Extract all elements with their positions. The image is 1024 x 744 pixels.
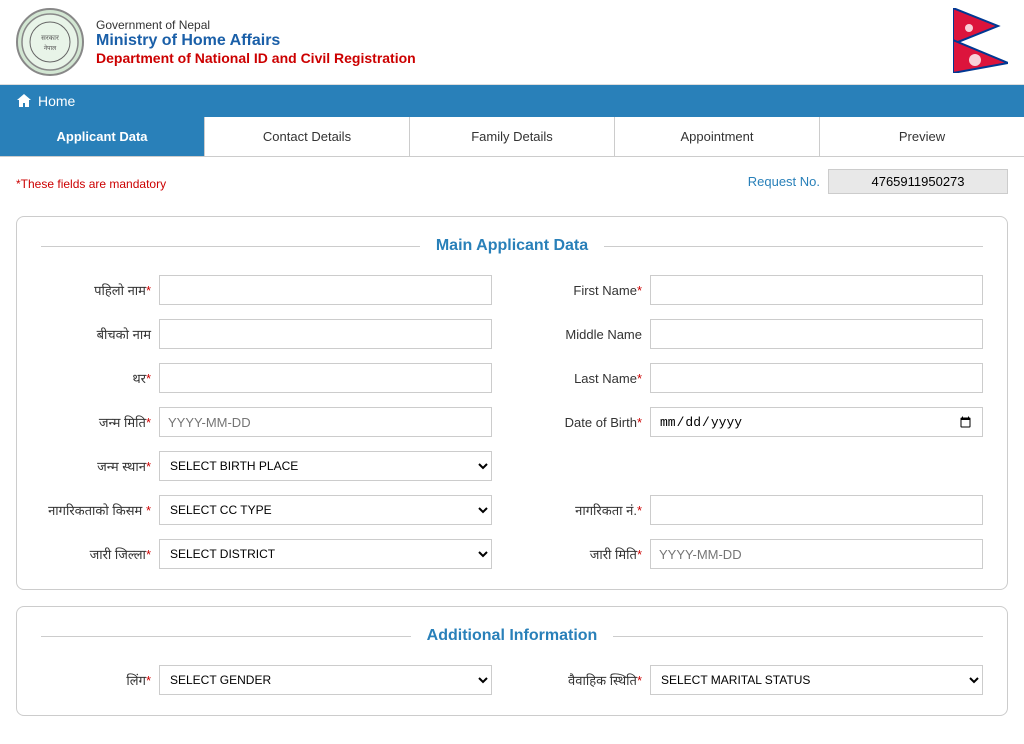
ling-label: लिंग* [41,671,151,689]
main-content: *These fields are mandatory Request No. … [0,157,1024,744]
empty-row-5 [532,451,983,481]
janma-miti-input[interactable] [159,407,492,437]
nagarikta-kisam-label: नागरिकताको किसम * [41,501,151,519]
svg-text:नेपाल: नेपाल [44,44,57,52]
middle-name-label: Middle Name [532,327,642,342]
title-line-right [604,246,983,247]
tab-family-details[interactable]: Family Details [410,117,615,156]
gender-select[interactable]: SELECT GENDER [159,665,492,695]
last-name-row: Last Name* [532,363,983,393]
add-title-line-right [613,636,983,637]
home-link[interactable]: Home [16,93,75,109]
jaari-miti-row: जारी मिति* [532,539,983,569]
thar-input[interactable] [159,363,492,393]
request-row: Request No. 4765911950273 [748,169,1008,194]
ministry-name: Ministry of Home Affairs [96,32,416,50]
vaivahik-label: वैवाहिक स्थिति* [532,671,642,689]
thar-label: थर* [41,369,151,387]
janma-miti-label: जन्म मिति* [41,413,151,431]
pahilo-naam-input[interactable] [159,275,492,305]
bichko-naam-label: बीचको नाम [41,325,151,343]
additional-section-title: Additional Information [411,627,614,645]
tab-bar: Applicant Data Contact Details Family De… [0,117,1024,157]
additional-section-title-wrapper: Additional Information [41,627,983,645]
jaari-jilla-row: जारी जिल्ला* SELECT DISTRICT [41,539,492,569]
dob-row: Date of Birth* [532,407,983,437]
nagarikta-no-input[interactable] [650,495,983,525]
tab-applicant-data[interactable]: Applicant Data [0,117,205,156]
first-name-row: First Name* [532,275,983,305]
tab-preview[interactable]: Preview [820,117,1024,156]
svg-text:सरकार: सरकार [41,35,59,42]
pahilo-naam-row: पहिलो नाम* [41,275,492,305]
main-applicant-section: Main Applicant Data पहिलो नाम* First Nam… [16,216,1008,590]
vaivahik-row: वैवाहिक स्थिति* SELECT MARITAL STATUS [532,665,983,695]
main-form-grid: पहिलो नाम* First Name* बीचको नाम Middle … [41,275,983,569]
home-icon [16,93,32,109]
tab-appointment[interactable]: Appointment [615,117,820,156]
janma-sthan-label: जन्म स्थान* [41,457,151,475]
birth-place-select[interactable]: SELECT BIRTH PLACE [159,451,492,481]
cc-type-select[interactable]: SELECT CC TYPE [159,495,492,525]
request-no-label: Request No. [748,174,820,189]
gov-line: Government of Nepal [96,18,416,32]
middle-name-row: Middle Name [532,319,983,349]
request-no-value: 4765911950273 [828,169,1008,194]
first-name-label: First Name* [532,283,642,298]
marital-status-select[interactable]: SELECT MARITAL STATUS [650,665,983,695]
add-title-line-left [41,636,411,637]
jaari-miti-label: जारी मिति* [532,545,642,563]
first-name-input[interactable] [650,275,983,305]
dob-input[interactable] [650,407,983,437]
header: सरकार नेपाल Government of Nepal Ministry… [0,0,1024,85]
title-line-left [41,246,420,247]
mandatory-note: *These fields are mandatory [16,177,166,191]
district-select[interactable]: SELECT DISTRICT [159,539,492,569]
nagarikta-no-label: नागरिकता नं.* [532,501,642,519]
main-section-title: Main Applicant Data [420,237,604,255]
gov-logo: सरकार नेपाल [16,8,84,76]
department-name: Department of National ID and Civil Regi… [96,50,416,66]
middle-name-input[interactable] [650,319,983,349]
additional-info-section: Additional Information लिंग* SELECT GEND… [16,606,1008,716]
bichko-naam-input[interactable] [159,319,492,349]
nepal-flag [953,8,1008,76]
additional-form-grid: लिंग* SELECT GENDER वैवाहिक स्थिति* SELE… [41,665,983,695]
nagarikta-kisam-row: नागरिकताको किसम * SELECT CC TYPE [41,495,492,525]
jaari-miti-input[interactable] [650,539,983,569]
last-name-input[interactable] [650,363,983,393]
header-left: सरकार नेपाल Government of Nepal Ministry… [16,8,416,76]
pahilo-naam-label: पहिलो नाम* [41,281,151,299]
janma-sthan-row: जन्म स्थान* SELECT BIRTH PLACE [41,451,492,481]
last-name-label: Last Name* [532,371,642,386]
home-label: Home [38,93,75,109]
header-text: Government of Nepal Ministry of Home Aff… [96,18,416,66]
bichko-naam-row: बीचको नाम [41,319,492,349]
tab-contact-details[interactable]: Contact Details [205,117,410,156]
jaari-jilla-label: जारी जिल्ला* [41,545,151,563]
janma-miti-row: जन्म मिति* [41,407,492,437]
thar-row: थर* [41,363,492,393]
dob-label: Date of Birth* [532,415,642,430]
navbar: Home [0,85,1024,117]
nagarikta-no-row: नागरिकता नं.* [532,495,983,525]
ling-row: लिंग* SELECT GENDER [41,665,492,695]
main-section-title-wrapper: Main Applicant Data [41,237,983,255]
